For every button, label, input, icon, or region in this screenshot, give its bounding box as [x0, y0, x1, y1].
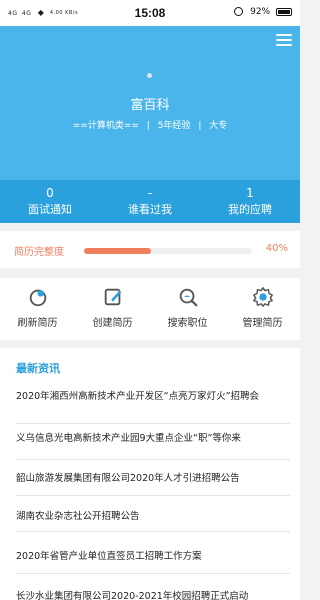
news-item[interactable]: 2020年省管产业单位直签员工招聘工作方案	[16, 538, 290, 574]
job-category: ==计算机类==	[72, 121, 139, 131]
profile-header: 4G 4G ◆ 4.00 KB/s 15:08 92% 富百科 ==计算机类==…	[0, 0, 300, 223]
news-item-title: 义乌信息光电高新技术产业园9大重点企业“职”等你来	[16, 433, 241, 444]
gear-icon	[252, 287, 273, 307]
status-bar: 4G 4G ◆ 4.00 KB/s 15:08 92%	[0, 0, 300, 26]
create-resume-button[interactable]: 创建简历	[75, 286, 150, 329]
refresh-icon	[29, 289, 46, 307]
news-item[interactable]: 长沙水业集团有限公司2020-2021年校园招聘正式启动	[16, 580, 290, 600]
completeness-bar-fill	[84, 248, 152, 254]
news-section: 最新资讯 2020年湘西州高新技术产业开发区“点亮万家灯火”招聘会 义乌信息光电…	[0, 348, 300, 600]
news-section-title: 最新资讯	[16, 362, 60, 375]
completeness-label: 简历完整度	[14, 247, 64, 258]
resume-completeness: 简历完整度 40%	[0, 231, 300, 268]
alarm-icon	[234, 7, 244, 16]
completeness-percent: 40%	[265, 243, 288, 254]
meta-separator: |	[146, 121, 150, 131]
stat-label: 面试通知	[28, 203, 72, 216]
news-item[interactable]: 2020年湘西州高新技术产业开发区“点亮万家灯火”招聘会	[16, 388, 290, 424]
news-item[interactable]: 湖南农业杂志社公开招聘公告	[16, 496, 290, 532]
action-label: 刷新简历	[17, 318, 58, 329]
stat-who-viewed-me[interactable]: - 谁看过我	[100, 186, 200, 218]
news-item-title: 湖南农业杂志社公开招聘公告	[16, 511, 140, 522]
edit-icon	[104, 288, 121, 306]
action-label: 搜索职位	[167, 318, 208, 329]
stat-count: 0	[46, 186, 54, 200]
refresh-resume-button[interactable]: 刷新简历	[0, 286, 75, 329]
stat-label: 谁看过我	[128, 203, 172, 216]
app-root: 4G 4G ◆ 4.00 KB/s 15:08 92% 富百科 ==计算机类==…	[0, 0, 300, 600]
completeness-bar	[84, 248, 252, 254]
search-icon	[179, 288, 197, 307]
user-name: 富百科	[130, 98, 170, 113]
menu-icon[interactable]	[276, 34, 292, 46]
user-meta: ==计算机类== | 5年经验 | 大专	[0, 118, 300, 131]
stat-interview-notices[interactable]: 0 面试通知	[0, 186, 100, 218]
education: 大专	[209, 121, 228, 131]
experience: 5年经验	[157, 121, 191, 131]
news-item[interactable]: 义乌信息光电高新技术产业园9大重点企业“职”等你来	[16, 424, 290, 460]
action-label: 管理简历	[242, 318, 283, 329]
search-jobs-button[interactable]: 搜索职位	[150, 286, 225, 329]
news-item[interactable]: 韶山旅游发展集团有限公司2020年人才引进招聘公告	[16, 460, 290, 496]
news-item-title: 2020年省管产业单位直签员工招聘工作方案	[16, 551, 202, 562]
action-label: 创建简历	[92, 318, 133, 329]
manage-resume-button[interactable]: 管理简历	[225, 286, 300, 329]
news-item-title: 2020年湘西州高新技术产业开发区“点亮万家灯火”招聘会	[16, 391, 260, 402]
stat-count: -	[147, 186, 153, 200]
meta-separator: |	[198, 121, 202, 131]
battery-icon	[276, 7, 292, 16]
news-item-title: 韶山旅游发展集团有限公司2020年人才引进招聘公告	[16, 473, 240, 484]
stat-count: 1	[246, 186, 254, 200]
status-right: 92%	[234, 7, 292, 17]
battery-percent: 92%	[250, 7, 271, 17]
avatar[interactable]	[147, 73, 152, 78]
news-item-title: 长沙水业集团有限公司2020-2021年校园招聘正式启动	[16, 591, 249, 600]
quick-actions: 刷新简历 创建简历 搜索职位 管理简历	[0, 278, 300, 340]
stats-bar: 0 面试通知 - 谁看过我 1 我的应聘	[0, 180, 300, 223]
stat-label: 我的应聘	[228, 203, 272, 216]
stat-my-applications[interactable]: 1 我的应聘	[200, 186, 300, 218]
